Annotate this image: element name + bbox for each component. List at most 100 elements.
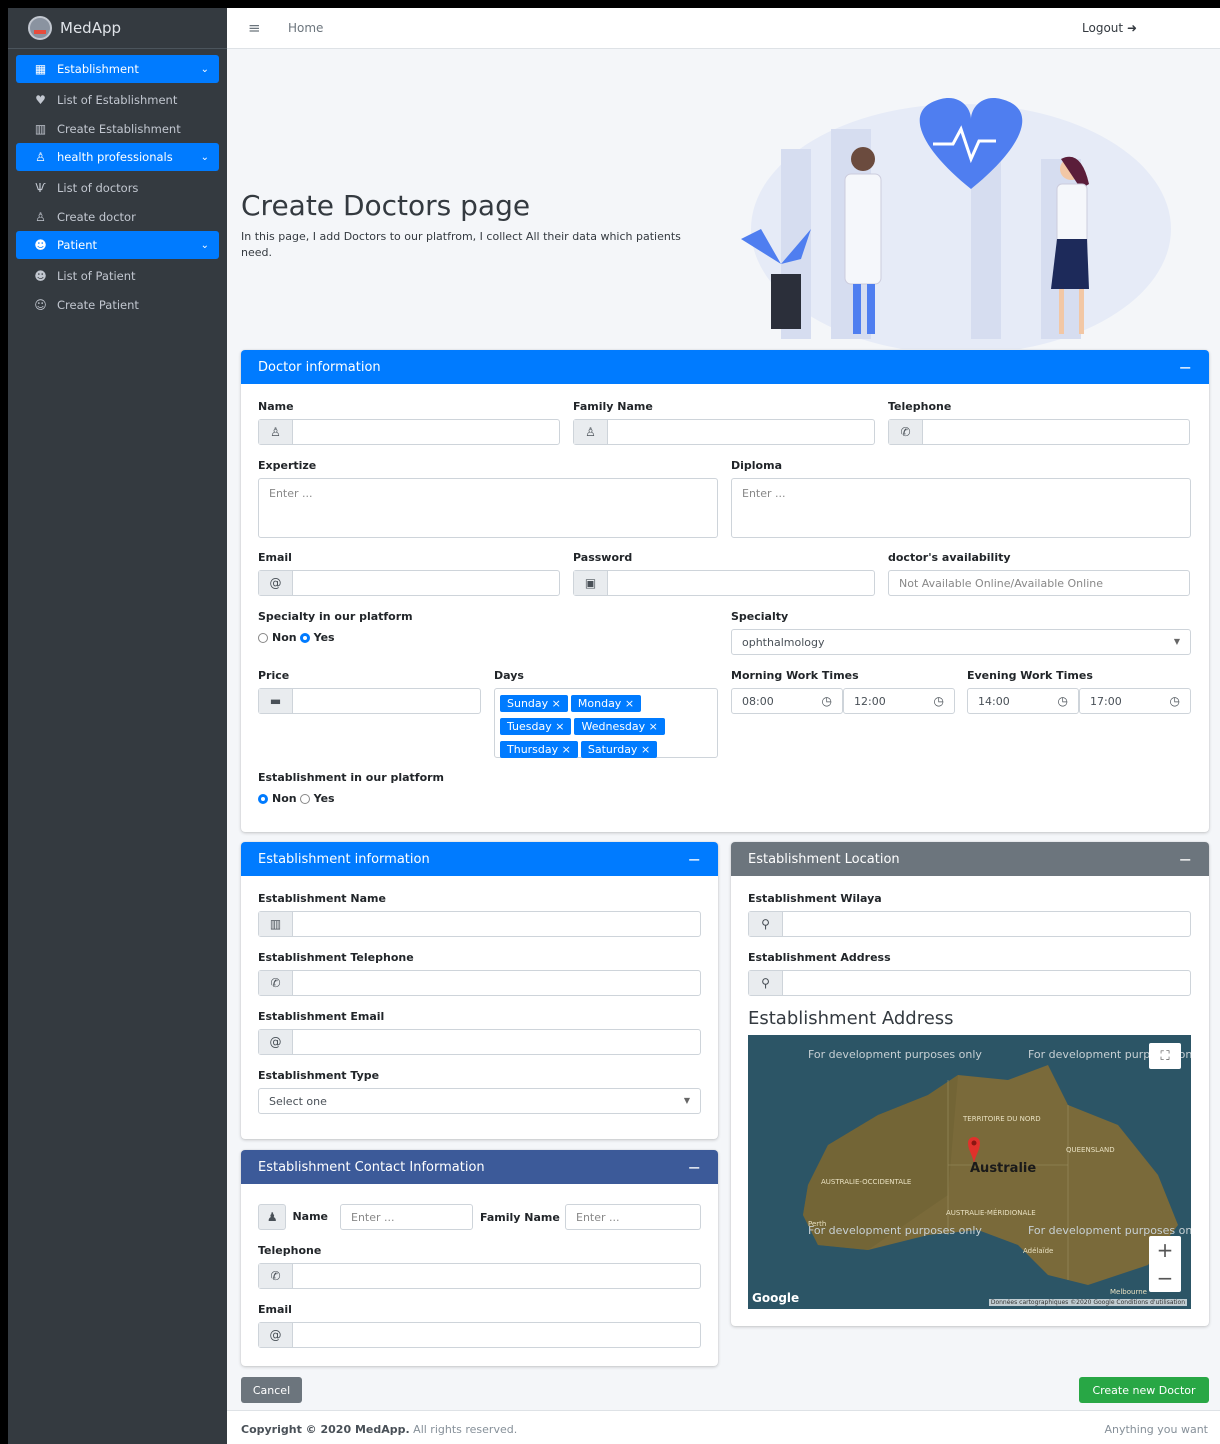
phone-icon: ✆ — [889, 420, 923, 444]
zoom-in-icon[interactable]: + — [1149, 1236, 1181, 1264]
at-icon: @ — [259, 571, 293, 595]
sidebar-section-establishment[interactable]: ▦ Establishment ⌄ — [16, 55, 219, 83]
page-subtitle: In this page, I add Doctors to our platf… — [241, 230, 681, 259]
radio-yes[interactable] — [299, 793, 310, 804]
email-field[interactable]: @ — [258, 570, 560, 596]
zoom-out-icon[interactable]: − — [1149, 1264, 1181, 1292]
day-tag[interactable]: Saturday × — [580, 741, 658, 758]
establishment-type-select[interactable]: Select one ▼ — [258, 1088, 701, 1114]
email-label: Email — [258, 551, 292, 564]
card-title: Establishment information — [258, 851, 430, 867]
sidebar-item-create-doctor[interactable]: ♙ Create doctor — [16, 202, 219, 231]
establishment-type-value: Select one — [269, 1095, 327, 1108]
days-multiselect[interactable]: Sunday × Monday × Tuesday × Wednesday × Thur… — [494, 688, 718, 758]
copyright: Copyright © 2020 MedApp. All rights rese… — [241, 1423, 517, 1436]
map-marker-icon: ⚲ — [749, 912, 783, 936]
doctor-information-card: Doctor information − Name ♙ Family Name … — [241, 350, 1209, 832]
establishment-telephone-field[interactable]: ✆ — [258, 970, 701, 996]
sidebar-item-create-patient[interactable]: ☺ Create Patient — [16, 290, 219, 319]
establishment-name-field[interactable]: ▥ — [258, 911, 701, 937]
clock-icon: ◷ — [933, 694, 944, 708]
footer-right-text: Anything you want — [1104, 1423, 1208, 1436]
contact-family-name-input[interactable]: Enter ... — [565, 1204, 701, 1230]
sidebar-item-label: Create Establishment — [57, 121, 181, 136]
sidebar-item-label: List of Establishment — [57, 92, 178, 107]
hamburger-menu-icon[interactable]: ≡ — [248, 19, 268, 37]
establishment-email-field[interactable]: @ — [258, 1029, 701, 1055]
collapse-icon[interactable]: − — [1179, 358, 1192, 377]
map-label: Adélaïde — [1023, 1247, 1054, 1255]
create-doctor-button[interactable]: Create new Doctor — [1079, 1377, 1209, 1403]
diploma-textarea[interactable]: Enter ... — [731, 478, 1191, 538]
map-watermark: For development purposes only — [808, 1224, 982, 1237]
chevron-down-icon: ⌄ — [200, 63, 209, 75]
google-map[interactable]: For development purposes only For develo… — [748, 1035, 1191, 1309]
contact-name-group: ♟ Name — [258, 1204, 328, 1230]
price-label: Price — [258, 669, 290, 682]
sidebar-section-label: Establishment — [57, 62, 139, 76]
address-field[interactable]: ⚲ — [748, 970, 1191, 996]
password-field[interactable]: ▣ — [573, 570, 875, 596]
sidebar-item-list-establishment[interactable]: ♥ List of Establishment — [16, 85, 219, 114]
specialty-select[interactable]: ophthalmology ▼ — [731, 629, 1191, 655]
sidebar-section-health-professionals[interactable]: ♙ health professionals ⌄ — [16, 143, 219, 171]
map-title: Establishment Address — [748, 1008, 954, 1029]
day-tag[interactable]: Sunday × — [500, 695, 568, 712]
sidebar-item-list-patient[interactable]: ☻ List of Patient — [16, 261, 219, 290]
sidebar-section-patient[interactable]: ☻ Patient ⌄ — [16, 231, 219, 259]
name-field[interactable]: ♙ — [258, 419, 560, 445]
availability-field[interactable]: Not Available Online/Available Online — [888, 570, 1190, 596]
sidebar-item-label: Create doctor — [57, 209, 136, 224]
cancel-button[interactable]: Cancel — [241, 1377, 302, 1403]
establishment-information-card: Establishment information − Establishmen… — [241, 842, 718, 1139]
day-tag-label: Monday — [577, 697, 622, 710]
map-label: Perth — [808, 1220, 827, 1228]
fullscreen-icon[interactable]: ⛶ — [1149, 1043, 1181, 1069]
specialty-platform-label: Specialty in our platform — [258, 610, 413, 623]
user-plus-icon: ☺ — [34, 297, 47, 312]
morning-start-input[interactable]: 08:00 ◷ — [731, 688, 843, 714]
wilaya-field[interactable]: ⚲ — [748, 911, 1191, 937]
radio-non[interactable] — [258, 793, 268, 804]
card-header: Establishment information − — [241, 842, 718, 876]
contact-telephone-field[interactable]: ✆ — [258, 1263, 701, 1289]
clock-icon: ◷ — [821, 694, 832, 708]
contact-email-label: Email — [258, 1303, 292, 1316]
family-name-field[interactable]: ♙ — [573, 419, 875, 445]
collapse-icon[interactable]: − — [688, 1158, 701, 1177]
phone-icon: ✆ — [259, 1264, 293, 1288]
sidebar-section-label: Patient — [57, 238, 98, 252]
home-link[interactable]: Home — [288, 21, 323, 35]
evening-end-input[interactable]: 17:00 ◷ — [1079, 688, 1191, 714]
footer-brand-link[interactable]: MedApp. — [355, 1423, 410, 1436]
day-tag[interactable]: Monday × — [570, 695, 642, 712]
time-value: 12:00 — [854, 695, 886, 708]
time-value: 08:00 — [742, 695, 774, 708]
evening-start-input[interactable]: 14:00 ◷ — [967, 688, 1079, 714]
telephone-field[interactable]: ✆ — [888, 419, 1190, 445]
sidebar-item-create-establishment[interactable]: ▥ Create Establishment — [16, 114, 219, 143]
establishment-telephone-label: Establishment Telephone — [258, 951, 414, 964]
day-tag[interactable]: Tuesday × — [500, 718, 572, 735]
contact-name-input[interactable]: Enter ... — [340, 1204, 473, 1230]
price-field[interactable]: ▬ — [258, 688, 481, 714]
collapse-icon[interactable]: − — [688, 850, 701, 869]
users-icon: ☻ — [34, 238, 47, 252]
day-tag[interactable]: Wednesday × — [574, 718, 665, 735]
sidebar-item-label: List of Patient — [57, 268, 136, 283]
brand[interactable]: MedApp — [8, 8, 227, 49]
collapse-icon[interactable]: − — [1179, 850, 1192, 869]
morning-end-input[interactable]: 12:00 ◷ — [843, 688, 955, 714]
radio-non[interactable] — [258, 632, 268, 643]
clock-icon: ◷ — [1057, 694, 1068, 708]
brand-name: MedApp — [60, 19, 121, 37]
app-frame: MedApp ▦ Establishment ⌄ ♥ List of Estab… — [8, 8, 1220, 1444]
radio-yes[interactable] — [299, 632, 310, 643]
sidebar-item-list-doctors[interactable]: Ѱ List of doctors — [16, 173, 219, 202]
footer: Copyright © 2020 MedApp. All rights rese… — [227, 1410, 1220, 1444]
logout-link[interactable]: Logout ➜ — [1082, 21, 1137, 35]
day-tag[interactable]: Thursday × — [500, 741, 578, 758]
contact-email-field[interactable]: @ — [258, 1322, 701, 1348]
specialty-label: Specialty — [731, 610, 789, 623]
expertize-textarea[interactable]: Enter ... — [258, 478, 718, 538]
